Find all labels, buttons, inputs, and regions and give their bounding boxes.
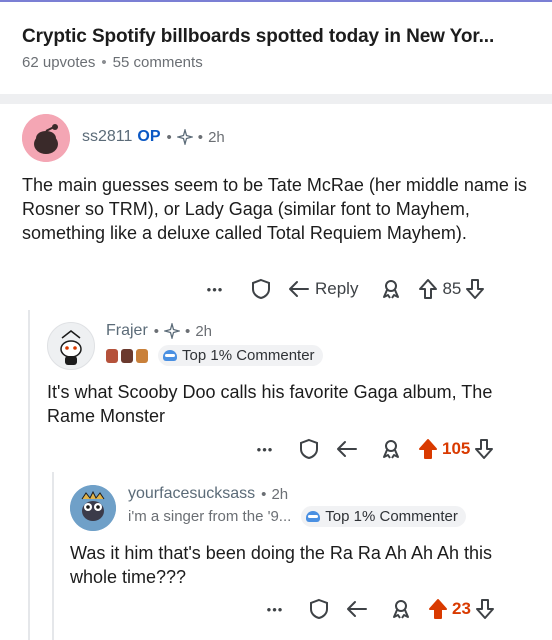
award-button[interactable] xyxy=(308,598,330,620)
more-options-button[interactable]: ••• xyxy=(200,282,230,297)
meta-separator: • xyxy=(185,322,191,340)
comment-time: 2h xyxy=(195,322,212,340)
reply-icon xyxy=(337,441,357,457)
section-divider xyxy=(0,94,552,104)
more-options-button[interactable]: ••• xyxy=(252,442,278,457)
comment-meta: • • 2h xyxy=(167,129,225,146)
comment-username[interactable]: ss2811 xyxy=(82,128,132,146)
vote-score: 85 xyxy=(442,279,462,298)
downvote-arrow-icon xyxy=(475,439,494,459)
upvote-count: 62 upvotes xyxy=(22,54,96,71)
upvote-button[interactable] xyxy=(428,598,448,620)
comment-actions: ••• Reply 85 xyxy=(200,278,485,300)
comment-meta: • • 2h xyxy=(154,323,212,340)
badge-icon xyxy=(163,350,177,361)
meta-separator: • xyxy=(166,128,172,146)
comment-body: It's what Scooby Doo calls his favorite … xyxy=(47,382,493,426)
comment-count: 55 comments xyxy=(112,54,203,71)
comment-actions: ••• 105 xyxy=(252,438,494,460)
op-badge: OP xyxy=(137,128,161,145)
snoo-avatar-icon xyxy=(22,114,70,162)
upvote-arrow-icon xyxy=(419,279,438,299)
upvote-button[interactable] xyxy=(418,438,438,460)
reply-icon xyxy=(347,601,367,617)
snoo-avatar-icon xyxy=(60,330,82,365)
comment-time: 2h xyxy=(271,485,289,503)
downvote-button[interactable] xyxy=(465,278,485,300)
badge-label: Top 1% Commenter xyxy=(325,508,458,525)
downvote-arrow-icon xyxy=(475,599,494,619)
shield-icon xyxy=(252,278,270,300)
comment-body: Was it him that's been doing the Ra Ra A… xyxy=(70,543,493,587)
upvote-button[interactable] xyxy=(418,278,438,300)
meta-separator: • xyxy=(101,54,107,71)
comment-header: yourfacesucksass • 2h i'm a singer from … xyxy=(128,485,466,527)
comment-meta: • 2h xyxy=(261,486,288,503)
downvote-arrow-icon xyxy=(466,279,485,299)
comment-time: 2h xyxy=(208,128,225,146)
sparkle-icon xyxy=(164,323,181,339)
comment-body: The main guesses seem to be Tate McRae (… xyxy=(22,175,527,243)
badge-label: Top 1% Commenter xyxy=(182,347,315,364)
comment-username[interactable]: Frajer xyxy=(106,322,148,340)
top-accent-line xyxy=(0,0,552,2)
vote-score: 105 xyxy=(442,439,471,458)
upvote-arrow-filled-icon xyxy=(429,599,447,619)
comment-actions: ••• 23 xyxy=(262,598,495,620)
reply-button[interactable] xyxy=(346,599,368,619)
post-meta: 62 upvotes • 55 comments xyxy=(22,54,537,71)
shield-icon xyxy=(300,438,318,460)
reply-label: Reply xyxy=(315,279,359,298)
meta-separator: • xyxy=(261,485,267,503)
downvote-button[interactable] xyxy=(475,598,495,620)
avatar[interactable] xyxy=(70,485,116,531)
sparkle-icon xyxy=(176,129,193,145)
badge-icon xyxy=(306,511,321,522)
award-ribbon-icon xyxy=(393,600,409,619)
user-flair: i'm a singer from the '9... xyxy=(128,508,292,525)
thread-line[interactable] xyxy=(28,310,30,640)
avatar[interactable] xyxy=(47,322,95,370)
share-button[interactable] xyxy=(380,278,402,300)
award-icon xyxy=(106,348,118,363)
shield-icon xyxy=(310,598,328,620)
award-ribbon-icon xyxy=(383,440,399,459)
more-options-button[interactable]: ••• xyxy=(262,602,288,617)
avatar[interactable] xyxy=(22,114,70,162)
top-commenter-badge: Top 1% Commenter xyxy=(301,506,466,527)
awards-row[interactable] xyxy=(106,348,148,363)
reply-icon xyxy=(289,281,309,297)
reply-button[interactable] xyxy=(336,439,358,459)
post-title[interactable]: Cryptic Spotify billboards spotted today… xyxy=(22,26,537,48)
award-icon xyxy=(121,348,133,363)
thread-line[interactable] xyxy=(52,472,54,640)
share-button[interactable] xyxy=(380,438,402,460)
comment-header: Frajer • • 2h Top 1% Commenter xyxy=(106,322,323,366)
award-icon xyxy=(136,348,148,363)
reply-button[interactable]: Reply xyxy=(288,279,358,299)
post-header[interactable]: Cryptic Spotify billboards spotted today… xyxy=(22,26,537,71)
vote-score: 23 xyxy=(452,599,471,618)
top-commenter-badge: Top 1% Commenter xyxy=(158,345,323,366)
upvote-arrow-filled-icon xyxy=(419,439,437,459)
snoo-avatar-icon xyxy=(70,485,116,531)
comment-op-header: ss2811 OP • • 2h xyxy=(82,128,225,146)
award-button[interactable] xyxy=(298,438,320,460)
award-ribbon-icon xyxy=(383,280,400,299)
share-button[interactable] xyxy=(390,598,412,620)
award-button[interactable] xyxy=(250,278,272,300)
comment-username[interactable]: yourfacesucksass xyxy=(128,485,255,503)
downvote-button[interactable] xyxy=(474,438,494,460)
meta-separator: • xyxy=(197,128,204,146)
meta-separator: • xyxy=(153,322,160,340)
